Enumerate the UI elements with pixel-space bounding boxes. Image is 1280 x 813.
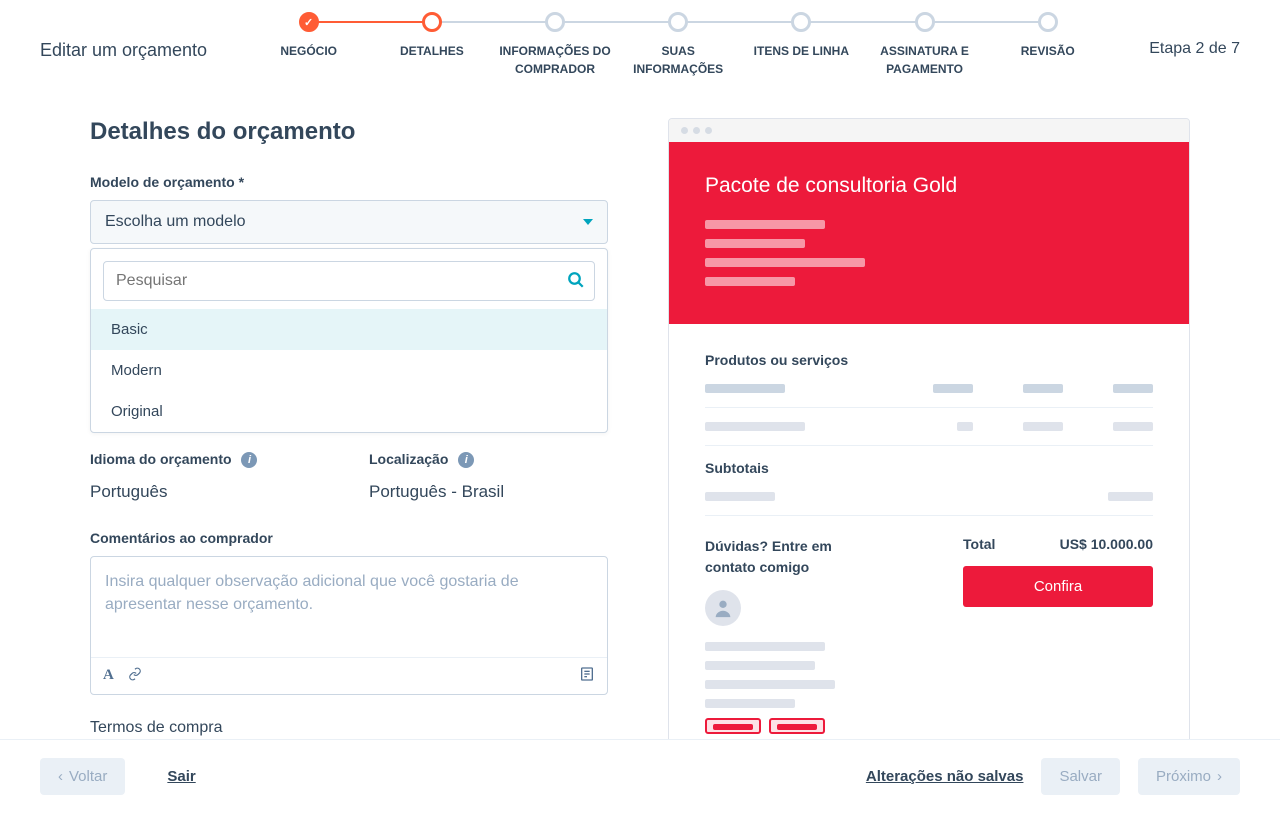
preview-cta-button: Confira: [963, 566, 1153, 607]
step-negocio[interactable]: NEGÓCIO: [247, 12, 370, 60]
next-button[interactable]: Próximo ›: [1138, 758, 1240, 795]
form-column: Detalhes do orçamento Modelo de orçament…: [90, 118, 608, 763]
wizard-footer: ‹ Voltar Sair Alterações não salvas Salv…: [0, 739, 1280, 813]
circle-icon: [668, 12, 688, 32]
step-counter: Etapa 2 de 7: [1149, 12, 1240, 58]
preview-total: Total US$ 10.000.00: [963, 536, 1153, 552]
info-icon[interactable]: i: [241, 452, 257, 468]
stepper: NEGÓCIO DETALHES INFORMAÇÕES DO COMPRADO…: [247, 12, 1109, 78]
search-icon: [567, 271, 585, 294]
avatar-icon: [705, 590, 741, 626]
preview-hero: Pacote de consultoria Gold: [669, 142, 1189, 324]
preview-action-button: [769, 718, 825, 734]
save-button[interactable]: Salvar: [1041, 758, 1120, 795]
terms-label: Termos de compra: [90, 719, 608, 737]
chevron-left-icon: ‹: [58, 768, 63, 785]
preview-action-button: [705, 718, 761, 734]
locale-label: Localização i: [369, 451, 608, 468]
template-option-original[interactable]: Original: [91, 391, 607, 432]
link-icon[interactable]: [128, 667, 142, 685]
language-label: Idioma do orçamento i: [90, 451, 329, 468]
page-header-title: Editar um orçamento: [40, 12, 207, 61]
comments-field: Comentários ao comprador Insira qualquer…: [90, 530, 608, 695]
info-icon[interactable]: i: [458, 452, 474, 468]
rte-toolbar: A: [91, 657, 607, 694]
language-field: Idioma do orçamento i Português: [90, 451, 329, 502]
circle-icon: [915, 12, 935, 32]
template-option-modern[interactable]: Modern: [91, 350, 607, 391]
preview-body: Produtos ou serviços Subtotais: [669, 324, 1189, 762]
step-detalhes[interactable]: DETALHES: [370, 12, 493, 60]
locale-value: Português - Brasil: [369, 482, 608, 502]
font-icon[interactable]: A: [103, 667, 114, 685]
snippet-icon[interactable]: [579, 666, 595, 686]
check-icon: [299, 12, 319, 32]
comments-editor[interactable]: Insira qualquer observação adicional que…: [90, 556, 608, 695]
products-label: Produtos ou serviços: [705, 352, 1153, 368]
locale-field: Localização i Português - Brasil: [369, 451, 608, 502]
circle-icon: [1038, 12, 1058, 32]
browser-chrome: [669, 119, 1189, 142]
template-label: Modelo de orçamento *: [90, 174, 608, 190]
preview-column: Pacote de consultoria Gold Produtos ou s…: [668, 118, 1190, 763]
exit-button[interactable]: Sair: [149, 758, 213, 795]
quote-preview: Pacote de consultoria Gold Produtos ou s…: [668, 118, 1190, 763]
step-revisao[interactable]: REVISÃO: [986, 12, 1109, 60]
caret-down-icon: [583, 219, 593, 225]
circle-icon: [422, 12, 442, 32]
questions-text: Dúvidas? Entre em contato comigo: [705, 536, 855, 578]
wizard-header: Editar um orçamento NEGÓCIO DETALHES INF…: [0, 0, 1280, 78]
template-field: Modelo de orçamento * Escolha um modelo …: [90, 174, 608, 433]
circle-icon: [791, 12, 811, 32]
back-button[interactable]: ‹ Voltar: [40, 758, 125, 795]
template-select-value: Escolha um modelo: [105, 213, 246, 231]
subtotals-label: Subtotais: [705, 460, 1153, 476]
page-title: Detalhes do orçamento: [90, 118, 608, 146]
comments-placeholder[interactable]: Insira qualquer observação adicional que…: [91, 557, 607, 657]
circle-icon: [545, 12, 565, 32]
template-dropdown: Basic Modern Original: [90, 248, 608, 433]
template-search-input[interactable]: [103, 261, 595, 301]
comments-label: Comentários ao comprador: [90, 530, 608, 546]
language-value: Português: [90, 482, 329, 502]
template-option-basic[interactable]: Basic: [91, 309, 607, 350]
chevron-right-icon: ›: [1217, 768, 1222, 785]
step-itens-linha[interactable]: ITENS DE LINHA: [740, 12, 863, 60]
preview-title: Pacote de consultoria Gold: [705, 174, 1153, 198]
unsaved-changes-text: Alterações não salvas: [866, 768, 1024, 785]
template-select[interactable]: Escolha um modelo: [90, 200, 608, 244]
